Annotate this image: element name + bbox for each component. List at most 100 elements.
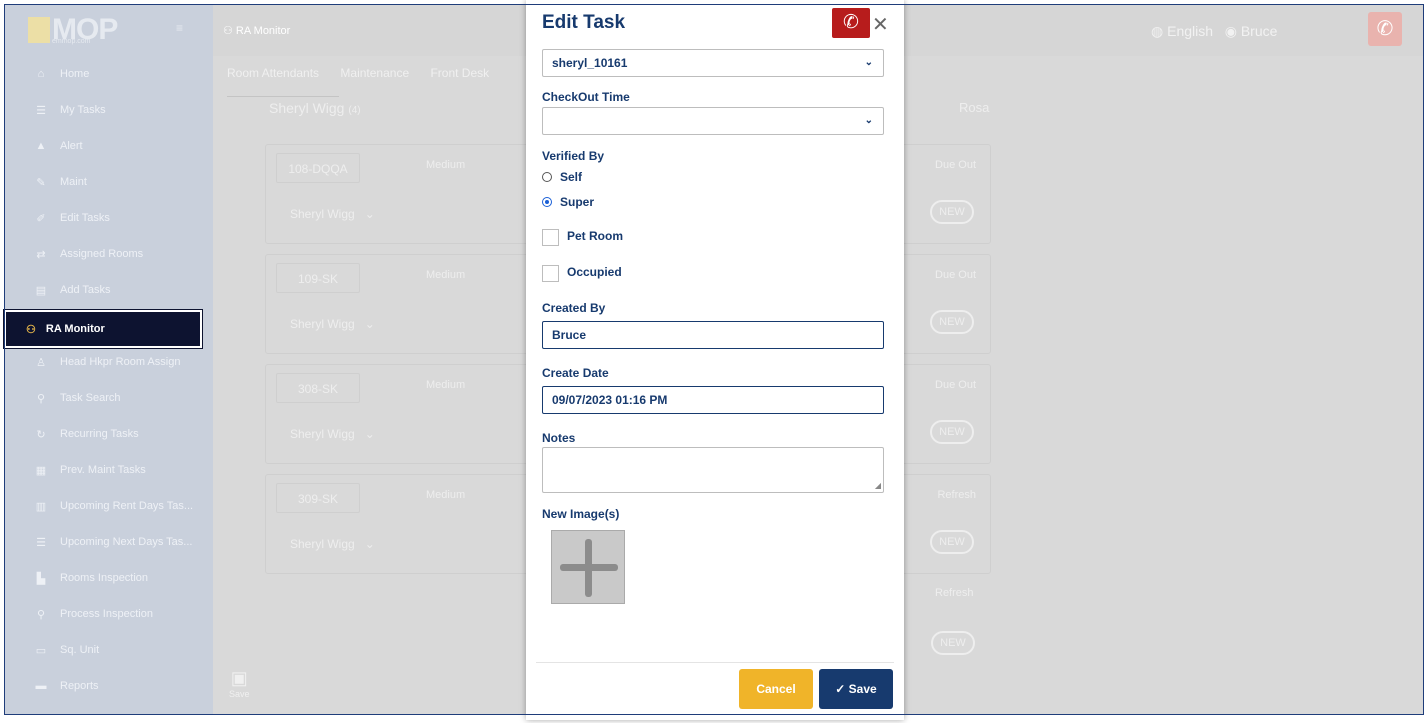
refresh-icon: ↻ xyxy=(36,428,46,441)
sidebar-item-task-search[interactable]: ⚲ Task Search xyxy=(4,380,213,416)
plus-icon-vertical xyxy=(585,539,592,597)
tab-front-desk[interactable]: Front Desk xyxy=(430,66,489,80)
logo[interactable]: MOP emmop.com ≡ xyxy=(4,4,213,56)
occupied-checkbox[interactable]: Occupied xyxy=(542,261,622,282)
radio-label: Super xyxy=(560,195,595,209)
checkout-time-select[interactable]: ⌄ xyxy=(542,107,884,135)
created-by-label: Created By xyxy=(542,301,606,315)
new-badge: NEW xyxy=(930,420,974,444)
sidebar-item-label: Home xyxy=(60,68,90,80)
sidebar-item-upcoming-rent-days-tas[interactable]: ▥ Upcoming Rent Days Tas... xyxy=(4,488,213,524)
language-selector[interactable]: English xyxy=(1167,23,1213,39)
room-assignee-select[interactable]: Sheryl Wigg ⌄ xyxy=(290,427,375,441)
sidebar-item-label: Prev. Maint Tasks xyxy=(60,464,146,476)
tab-maintenance[interactable]: Maintenance xyxy=(340,66,409,80)
radio-button[interactable] xyxy=(542,197,552,207)
phone-icon[interactable]: ✆ xyxy=(1368,12,1402,46)
sidebar-nav: ⌂ Home ☰ My Tasks ▲ Alert ✎ Maint ✐ Edit Tasks ⇄ As… xyxy=(4,56,213,704)
sidebar-item-label: Head Hkpr Room Assign xyxy=(60,356,181,368)
room-number: 108-DQQA xyxy=(276,153,360,183)
tab-bar: Room Attendants Maintenance Front Desk xyxy=(227,66,507,97)
sidebar-item-assigned-rooms[interactable]: ⇄ Assigned Rooms xyxy=(4,236,213,272)
sidebar-item-label: Upcoming Rent Days Tas... xyxy=(60,500,194,512)
room-assignee-select[interactable]: Sheryl Wigg ⌄ xyxy=(290,207,375,221)
room-priority: Medium xyxy=(426,159,466,171)
sidebar-item-label: Rooms Inspection xyxy=(60,572,149,584)
notes-label: Notes xyxy=(542,431,576,445)
sidebar-item-head-hkpr-room-assign[interactable]: ♙ Head Hkpr Room Assign xyxy=(4,344,213,380)
sidebar-item-sq-unit[interactable]: ▭ Sq. Unit xyxy=(4,632,213,668)
room-status: Due Out xyxy=(935,379,976,391)
room-status: Refresh xyxy=(935,587,974,599)
attendant-title: Sheryl Wigg (4) xyxy=(269,100,361,116)
sidebar-item-alert[interactable]: ▲ Alert xyxy=(4,128,213,164)
sidebar-item-label: Reports xyxy=(60,680,99,692)
new-badge: NEW xyxy=(930,530,974,554)
building-icon: ▙ xyxy=(36,572,46,585)
trash-icon: ▥ xyxy=(35,500,47,513)
room-priority: Medium xyxy=(426,379,466,391)
create-date-field[interactable]: 09/07/2023 01:16 PM xyxy=(542,386,884,414)
sidebar-item-recurring-tasks[interactable]: ↻ Recurring Tasks xyxy=(4,416,213,452)
attendant-count: (4) xyxy=(348,105,361,116)
checkbox[interactable] xyxy=(542,265,559,282)
assignee-select[interactable]: sheryl_10161 ⌄ xyxy=(542,49,884,77)
cancel-button[interactable]: Cancel xyxy=(739,669,813,709)
sidebar-item-label: Maint xyxy=(60,176,87,188)
logo-subtext: emmop.com xyxy=(52,38,91,45)
chevron-down-icon: ⌄ xyxy=(864,57,873,68)
sidebar-item-home[interactable]: ⌂ Home xyxy=(4,56,213,92)
radio-button[interactable] xyxy=(542,172,552,182)
sidebar-item-label: Alert xyxy=(60,140,83,152)
created-by-field[interactable]: Bruce xyxy=(542,321,884,349)
sidebar-item-upcoming-next-days-tas[interactable]: ☰ Upcoming Next Days Tas... xyxy=(4,524,213,560)
sidebar-item-ra-monitor[interactable]: ⚇ RA Monitor xyxy=(4,310,202,348)
sidebar-item-reports[interactable]: ▬ Reports xyxy=(4,668,213,704)
check-icon: ✓ xyxy=(835,682,849,696)
notes-textarea[interactable]: ◢ xyxy=(542,447,884,493)
resize-handle-icon[interactable]: ◢ xyxy=(875,481,881,490)
bottom-save-button[interactable]: ▣ Save xyxy=(229,668,250,699)
add-image-button[interactable] xyxy=(551,530,625,604)
room-status: Refresh xyxy=(937,489,976,501)
radio-super[interactable]: Super xyxy=(542,195,594,209)
sidebar-item-rooms-inspection[interactable]: ▙ Rooms Inspection xyxy=(4,560,213,596)
chevron-down-icon: ⌄ xyxy=(864,115,873,126)
save-icon: ▣ xyxy=(230,668,248,688)
pet-room-checkbox[interactable]: Pet Room xyxy=(542,225,623,246)
list-icon: ☰ xyxy=(36,536,46,549)
save-label: Save xyxy=(848,682,877,696)
page-title: ⚇ RA Monitor xyxy=(223,25,291,37)
room-assignee-select[interactable]: Sheryl Wigg ⌄ xyxy=(290,317,375,331)
sidebar-item-prev-maint-tasks[interactable]: ▦ Prev. Maint Tasks xyxy=(4,452,213,488)
checkbox-label: Occupied xyxy=(567,265,622,279)
sidebar-item-label: Sq. Unit xyxy=(60,644,100,656)
list-icon: ☰ xyxy=(36,104,46,117)
sidebar-item-edit-tasks[interactable]: ✐ Edit Tasks xyxy=(4,200,213,236)
tab-room-attendants[interactable]: Room Attendants xyxy=(227,66,319,80)
close-icon[interactable]: ✕ xyxy=(872,12,889,37)
sidebar-item-label: Task Search xyxy=(60,392,121,404)
save-button[interactable]: ✓ Save xyxy=(819,669,893,709)
user-menu[interactable]: Bruce xyxy=(1241,23,1278,39)
verified-by-label: Verified By xyxy=(542,149,605,163)
binoculars-icon: ⚇ xyxy=(26,323,36,336)
new-badge: NEW xyxy=(930,200,974,224)
sidebar-item-maint[interactable]: ✎ Maint xyxy=(4,164,213,200)
phone-icon[interactable]: ✆ xyxy=(832,8,870,38)
sidebar-item-my-tasks[interactable]: ☰ My Tasks xyxy=(4,92,213,128)
calendar-icon: ▦ xyxy=(35,464,47,477)
binoculars-icon: ⚇ xyxy=(223,25,236,37)
room-status: Due Out xyxy=(935,269,976,281)
sidebar-item-label: My Tasks xyxy=(60,104,106,116)
sidebar-item-add-tasks[interactable]: ▤ Add Tasks xyxy=(4,272,213,308)
checkbox[interactable] xyxy=(542,229,559,246)
sidebar-item-process-inspection[interactable]: ⚲ Process Inspection xyxy=(4,596,213,632)
new-badge: NEW xyxy=(930,310,974,334)
radio-self[interactable]: Self xyxy=(542,170,582,184)
room-assignee-select[interactable]: Sheryl Wigg ⌄ xyxy=(290,537,375,551)
footer-divider xyxy=(536,662,894,663)
user-icon: ◉ xyxy=(1224,23,1237,39)
sidebar-item-label: Add Tasks xyxy=(60,284,111,296)
menu-toggle-icon[interactable]: ≡ xyxy=(176,22,188,34)
